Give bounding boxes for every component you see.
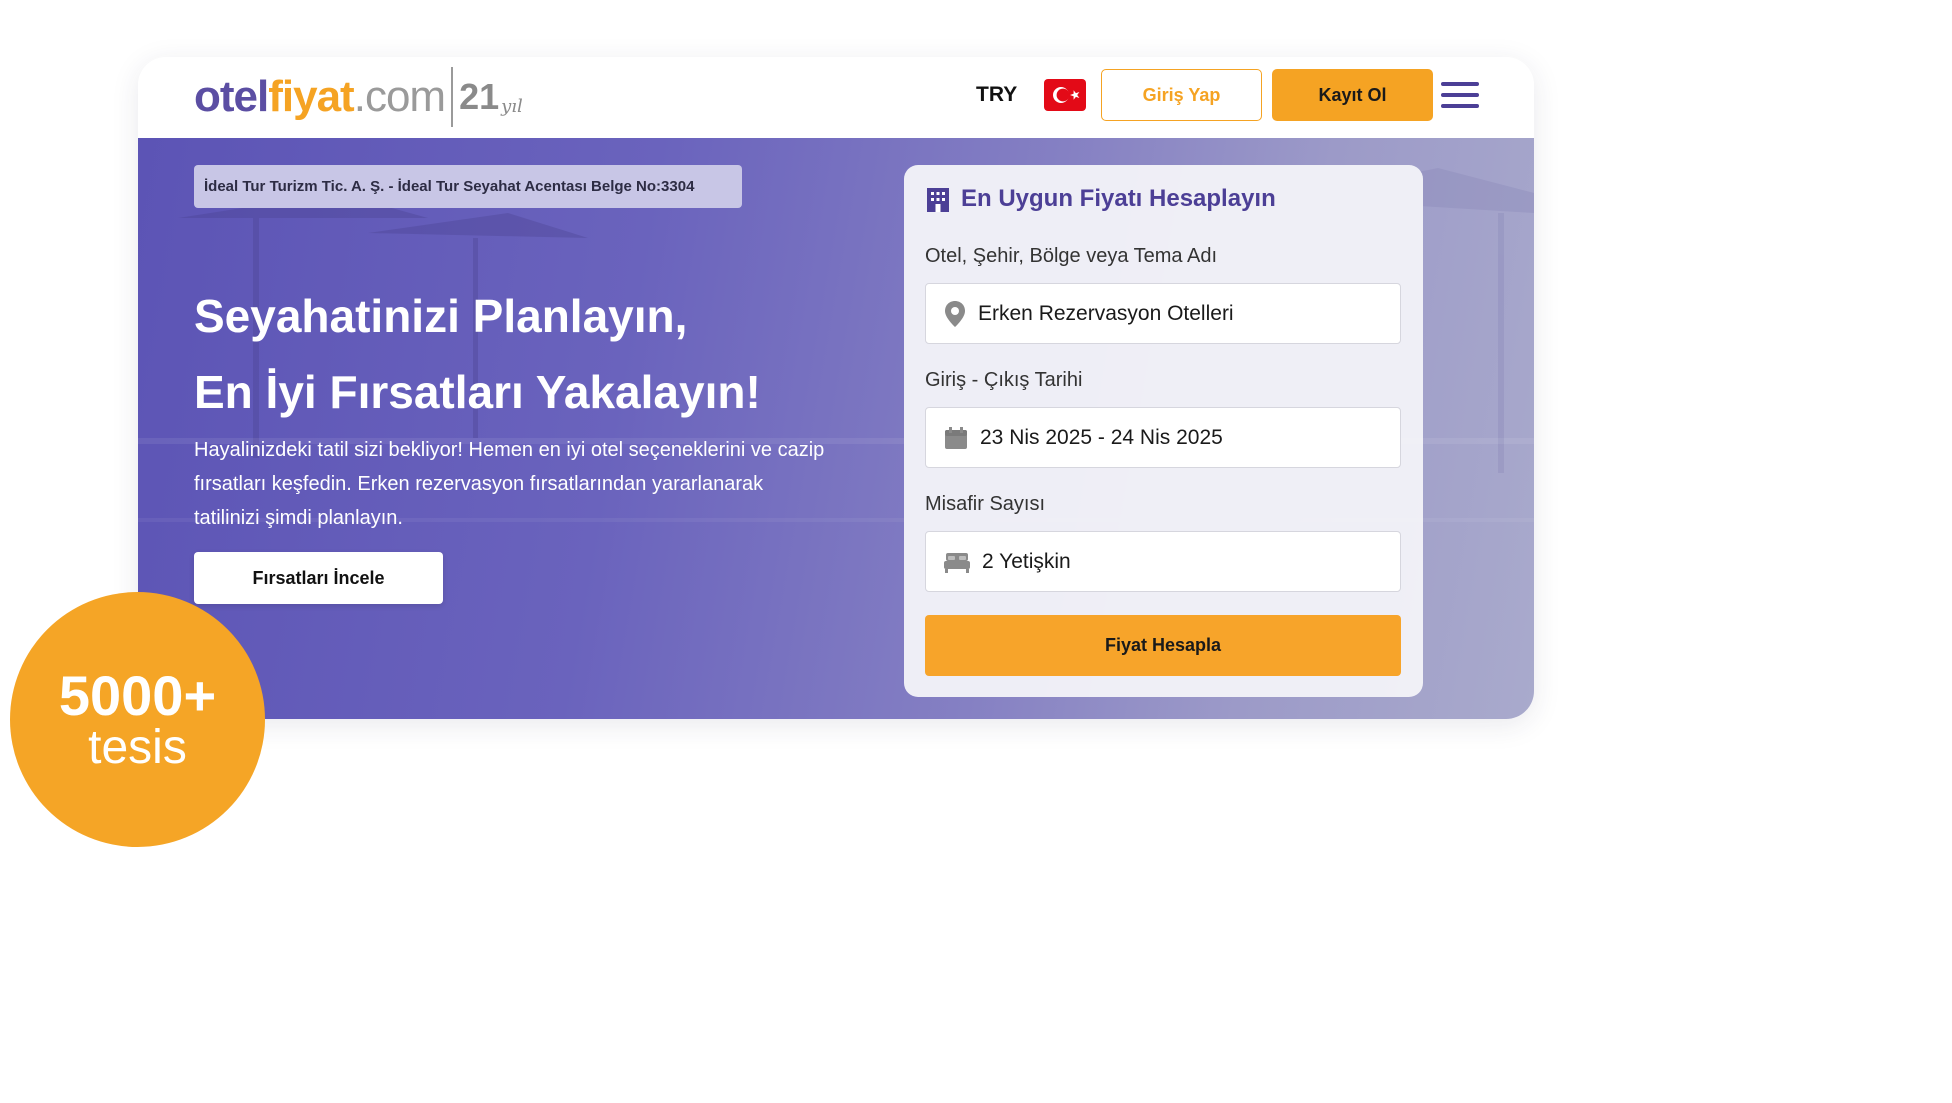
hotel-building-icon [927, 188, 949, 212]
hero-headline-line1: Seyahatinizi Planlayın, [194, 290, 688, 342]
destination-value: Erken Rezervasyon Otelleri [978, 301, 1234, 325]
currency-selector[interactable]: TRY [976, 83, 1017, 107]
property-count-label: tesis [88, 720, 187, 774]
bed-icon [944, 551, 970, 573]
site-logo[interactable]: otel fiyat .com 21 yıl [194, 67, 523, 127]
guest-count-input[interactable]: 2 Yetişkin [925, 531, 1401, 592]
search-panel-title-text: En Uygun Fiyatı Hesaplayın [961, 185, 1276, 212]
site-preview-card: otel fiyat .com 21 yıl TRY Giriş Yap Kay… [138, 57, 1534, 719]
destination-label: Otel, Şehir, Bölge veya Tema Adı [925, 245, 1218, 267]
date-range-input[interactable]: 23 Nis 2025 - 24 Nis 2025 [925, 407, 1401, 468]
destination-input[interactable]: Erken Rezervasyon Otelleri [925, 283, 1401, 344]
logo-otel-text: otel [194, 72, 269, 121]
logo-years-suffix: yıl [501, 95, 523, 117]
hero-description: Hayalinizdeki tatil sizi bekliyor! Hemen… [194, 439, 825, 529]
property-count: 5000+ [58, 663, 217, 727]
property-count-badge: 5000+ tesis [10, 592, 265, 847]
logo-divider [451, 67, 454, 127]
explore-deals-button[interactable]: Fırsatları İncele [194, 552, 443, 604]
date-range-value: 23 Nis 2025 - 24 Nis 2025 [980, 425, 1223, 449]
register-button[interactable]: Kayıt Ol [1272, 69, 1433, 121]
location-pin-icon [944, 300, 966, 328]
logo-com-text: .com [353, 72, 446, 121]
login-button[interactable]: Giriş Yap [1101, 69, 1262, 121]
search-panel-title: En Uygun Fiyatı Hesaplayın [925, 185, 1276, 213]
hero-headline: Seyahatinizi Planlayın, En İyi Fırsatlar… [194, 278, 761, 430]
price-search-panel: En Uygun Fiyatı Hesaplayın Otel, Şehir, … [904, 165, 1423, 697]
hamburger-menu-icon[interactable] [1441, 82, 1479, 110]
hero-headline-line2: En İyi Fırsatları Yakalayın! [194, 366, 761, 418]
guests-label: Misafir Sayısı [925, 493, 1046, 515]
turkey-flag-icon[interactable] [1044, 79, 1086, 111]
logo-years: 21 [459, 76, 500, 117]
guest-count-value: 2 Yetişkin [982, 549, 1071, 573]
logo-fiyat-text: fiyat [268, 72, 354, 121]
calendar-icon [944, 426, 968, 450]
hero-section: İdeal Tur Turizm Tic. A. Ş. - İdeal Tur … [138, 138, 1534, 719]
page: otel fiyat .com 21 yıl TRY Giriş Yap Kay… [0, 0, 1566, 885]
dates-label: Giriş - Çıkış Tarihi [925, 369, 1083, 391]
calculate-price-button[interactable]: Fiyat Hesapla [925, 615, 1401, 676]
top-navigation: otel fiyat .com 21 yıl TRY Giriş Yap Kay… [138, 57, 1534, 138]
license-info: İdeal Tur Turizm Tic. A. Ş. - İdeal Tur … [194, 165, 742, 208]
